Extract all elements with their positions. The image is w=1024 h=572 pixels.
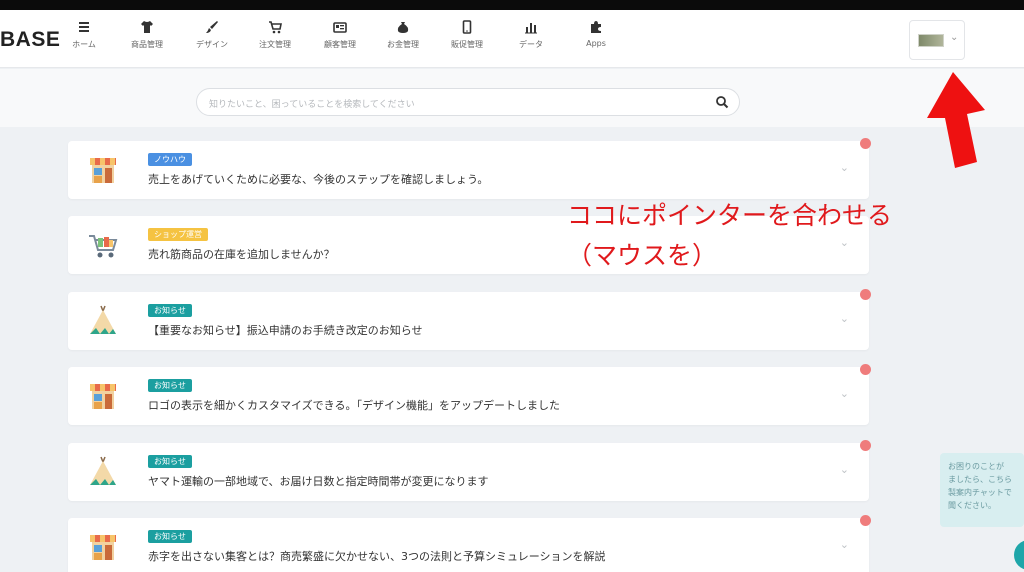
shop-icon xyxy=(90,158,116,183)
badge-knowhow: ノウハウ xyxy=(148,153,192,166)
chevron-down-icon[interactable]: ⌄ xyxy=(840,538,849,551)
account-menu-button[interactable]: ⌄ xyxy=(909,20,965,60)
nav-data[interactable]: データ xyxy=(499,20,563,50)
nav-customers[interactable]: 顧客管理 xyxy=(308,20,372,50)
notice-title: 売上をあげていくために必要な、今後のステップを確認しましょう。 xyxy=(148,173,489,186)
shop-icon xyxy=(90,384,116,409)
shop-icon xyxy=(90,535,116,560)
chevron-down-icon[interactable]: ⌄ xyxy=(840,312,849,325)
nav-label: データ xyxy=(519,40,543,49)
chat-line: ましたら、こちら xyxy=(948,475,1012,484)
chat-line: お困りのことが xyxy=(948,462,1004,471)
annotation-caption: ココにポインターを合わせる （マウスを） xyxy=(567,196,892,276)
tent-icon xyxy=(90,305,116,334)
unread-dot xyxy=(860,289,871,300)
chevron-down-icon[interactable]: ⌄ xyxy=(840,463,849,476)
unread-dot xyxy=(860,364,871,375)
nav-label: 商品管理 xyxy=(131,40,163,49)
nav-label: お金管理 xyxy=(387,40,419,49)
chevron-down-icon[interactable]: ⌄ xyxy=(840,161,849,174)
id-card-icon xyxy=(333,22,347,33)
shop-thumbnail xyxy=(918,34,944,47)
nav-orders[interactable]: 注文管理 xyxy=(243,20,307,50)
search-icon[interactable] xyxy=(715,95,729,109)
badge-announcement: お知らせ xyxy=(148,530,192,543)
money-bag-icon xyxy=(397,22,409,33)
chat-line: 製案内チャットで xyxy=(948,488,1012,497)
chevron-down-icon: ⌄ xyxy=(950,32,959,43)
chat-help-bubble[interactable]: お困りのことが ましたら、こちら 製案内チャットで 聞ください。 xyxy=(940,453,1024,527)
badge-shop-operation: ショップ運営 xyxy=(148,228,208,241)
annotation-line-2: （マウスを） xyxy=(567,241,718,270)
search-placeholder: 知りたいこと、困っていることを検索してください xyxy=(209,100,415,110)
badge-announcement: お知らせ xyxy=(148,455,192,468)
nav-home[interactable]: ホーム xyxy=(52,20,116,50)
annotation-line-1: ココにポインターを合わせる xyxy=(567,201,893,230)
chevron-down-icon[interactable]: ⌄ xyxy=(840,387,849,400)
notice-card[interactable]: お知らせ ロゴの表示を細かくカスタマイズできる。「デザイン機能」をアップデートし… xyxy=(68,367,869,425)
badge-announcement: お知らせ xyxy=(148,379,192,392)
notice-title: 赤字を出さない集客とは？商売繁盛に欠かせない、3つの法則と予算シミュレーションを… xyxy=(148,550,606,563)
unread-dot xyxy=(860,515,871,526)
tshirt-icon xyxy=(141,21,153,33)
notice-card[interactable]: ノウハウ 売上をあげていくために必要な、今後のステップを確認しましょう。 ⌄ xyxy=(68,141,869,199)
nav-label: ホーム xyxy=(72,40,96,49)
chat-launcher-button[interactable] xyxy=(1014,540,1024,570)
nav-label: 顧客管理 xyxy=(324,40,356,49)
global-header: BASE ホーム 商品管理 デザイン 注文管理 顧客管理 お金管理 販促管理 デ… xyxy=(0,10,1024,68)
nav-items[interactable]: 商品管理 xyxy=(115,20,179,50)
nav-label: デザイン xyxy=(196,40,228,49)
nav-design[interactable]: デザイン xyxy=(180,20,244,50)
notice-card[interactable]: お知らせ 【重要なお知らせ】振込申請のお手続き改定のお知らせ ⌄ xyxy=(68,292,869,350)
nav-apps[interactable]: Apps xyxy=(564,20,628,48)
help-search-input[interactable]: 知りたいこと、困っていることを検索してください xyxy=(196,88,740,116)
notice-card[interactable]: お知らせ ヤマト運輸の一部地域で、お届け日数と指定時間帯が変更になります ⌄ xyxy=(68,443,869,501)
brush-icon xyxy=(206,21,218,33)
badge-announcement: お知らせ xyxy=(148,304,192,317)
nav-label: 注文管理 xyxy=(259,40,291,49)
nav-promotion[interactable]: 販促管理 xyxy=(435,20,499,50)
nav-label: Apps xyxy=(586,39,606,48)
unread-dot xyxy=(860,138,871,149)
nav-label: 販促管理 xyxy=(451,40,483,49)
chat-line: 聞ください。 xyxy=(948,501,996,510)
notice-card[interactable]: お知らせ 赤字を出さない集客とは？商売繁盛に欠かせない、3つの法則と予算シミュレ… xyxy=(68,518,869,572)
puzzle-icon xyxy=(591,21,601,33)
search-area: 知りたいこと、困っていることを検索してください xyxy=(0,69,1024,127)
shopping-cart-icon xyxy=(89,235,118,258)
bar-chart-icon xyxy=(525,23,537,34)
notice-title: 売れ筋商品の在庫を追加しませんか？ xyxy=(148,248,335,261)
nav-money[interactable]: お金管理 xyxy=(371,20,435,50)
menu-icon xyxy=(79,22,89,32)
red-arrow-icon xyxy=(927,72,985,168)
tent-icon xyxy=(90,456,116,485)
notice-title: ロゴの表示を細かくカスタマイズできる。「デザイン機能」をアップデートしました xyxy=(148,399,560,412)
smartphone-icon xyxy=(462,20,472,34)
top-bezel xyxy=(0,0,1024,10)
notice-title: 【重要なお知らせ】振込申請のお手続き改定のお知らせ xyxy=(148,324,423,337)
unread-dot xyxy=(860,440,871,451)
notice-title: ヤマト運輸の一部地域で、お届け日数と指定時間帯が変更になります xyxy=(148,475,489,488)
cart-icon xyxy=(269,21,282,34)
